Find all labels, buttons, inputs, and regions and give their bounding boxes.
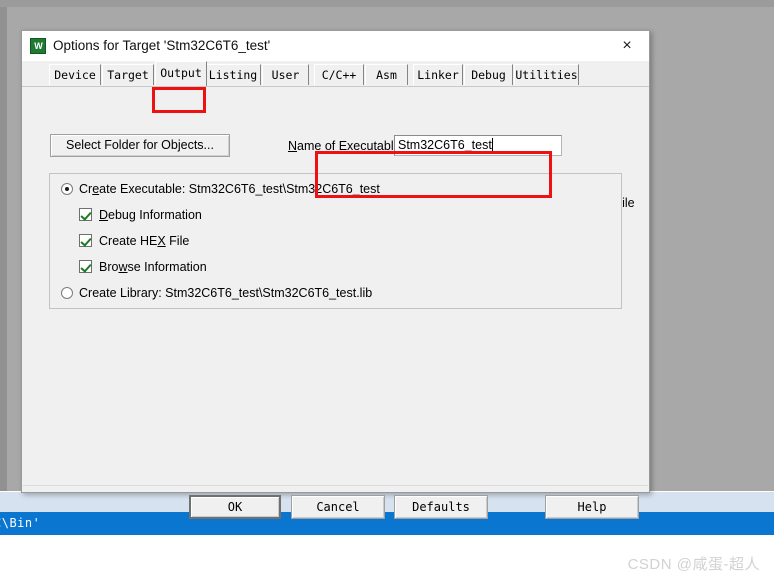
select-folder-for-objects-label: Select Folder for Objects...: [66, 138, 214, 152]
browse-information-label-post: se Information: [127, 260, 207, 274]
cancel-button-label: Cancel: [316, 500, 360, 514]
help-button-label: Help: [577, 500, 607, 514]
debug-information-label: ebug Information: [108, 208, 202, 222]
defaults-button-label: Defaults: [412, 500, 470, 514]
tab-linker[interactable]: Linker: [413, 64, 463, 85]
ide-status-bar: C\Bin': [0, 512, 774, 535]
ide-background-left-edge: [0, 0, 7, 491]
radio-unselected-icon: [61, 287, 73, 299]
ok-button[interactable]: OK: [189, 495, 281, 519]
name-of-executable-value: Stm32C6T6_test: [398, 138, 492, 152]
csdn-watermark: CSDN @咸蛋-超人: [627, 556, 760, 573]
tab-listing[interactable]: Listing: [205, 64, 261, 85]
create-executable-label-pre: Cr: [79, 182, 93, 196]
ide-background-top-edge: [0, 0, 774, 7]
create-hex-file-label-post: File: [165, 234, 190, 248]
ok-button-label: OK: [227, 500, 243, 514]
debug-information-label-mnemonic: D: [99, 208, 109, 222]
tab-target[interactable]: Target: [102, 64, 154, 85]
help-button[interactable]: Help: [545, 495, 639, 519]
text-caret: [491, 138, 493, 151]
dialog-title-bar: W Options for Target 'Stm32C6T6_test' ×: [22, 31, 649, 62]
tab-utilities[interactable]: Utilities: [514, 64, 579, 85]
create-library-label: Create Library: Stm32C6T6_test\Stm32C6T6…: [79, 286, 373, 300]
create-hex-file-label-pre: Create HE: [99, 234, 158, 248]
close-icon[interactable]: ×: [605, 31, 649, 60]
checkbox-checked-icon: [79, 260, 92, 273]
name-of-executable-input[interactable]: Stm32C6T6_test: [394, 135, 562, 156]
ide-lower-panel: [0, 491, 774, 512]
create-executable-label-post: ate Executable: Stm32C6T6_test\Stm32C6T6…: [99, 182, 380, 196]
tab-device[interactable]: Device: [49, 64, 101, 85]
browse-information-checkbox[interactable]: Browse Information: [79, 260, 207, 274]
tab-c-cpp[interactable]: C/C++: [314, 64, 364, 85]
name-of-executable-label-rest: ame of Executable:: [297, 139, 405, 153]
dialog-title: Options for Target 'Stm32C6T6_test': [53, 38, 271, 53]
tab-debug[interactable]: Debug: [464, 64, 513, 85]
select-folder-for-objects-button[interactable]: Select Folder for Objects...: [50, 134, 230, 157]
name-of-executable-label: Name of Executable:: [288, 139, 404, 153]
defaults-button[interactable]: Defaults: [394, 495, 488, 519]
checkbox-checked-icon: [79, 234, 92, 247]
output-options-group: Create Executable: Stm32C6T6_test\Stm32C…: [49, 173, 622, 309]
radio-selected-icon: [61, 183, 73, 195]
keil-uvision-icon: W: [30, 38, 46, 54]
create-hex-file-checkbox[interactable]: Create HEX File: [79, 234, 189, 248]
checkbox-checked-icon: [79, 208, 92, 221]
debug-information-checkbox[interactable]: Debug Information: [79, 208, 202, 222]
create-executable-radio[interactable]: Create Executable: Stm32C6T6_test\Stm32C…: [61, 182, 380, 196]
ide-status-bar-text: C\Bin': [0, 516, 41, 530]
options-for-target-dialog: W Options for Target 'Stm32C6T6_test' × …: [21, 30, 650, 519]
create-hex-file-label-mnemonic: X: [157, 234, 166, 248]
browse-information-label-pre: Bro: [99, 260, 119, 274]
create-library-radio[interactable]: Create Library: Stm32C6T6_test\Stm32C6T6…: [61, 286, 372, 300]
name-of-executable-label-mnemonic: N: [288, 139, 298, 153]
dialog-tab-strip: Device Target Output Listing User C/C++ …: [22, 61, 649, 87]
button-row-separator: [23, 485, 648, 486]
cancel-button[interactable]: Cancel: [291, 495, 385, 519]
tab-output[interactable]: Output: [155, 61, 207, 86]
tab-asm[interactable]: Asm: [365, 64, 408, 85]
tab-user[interactable]: User: [262, 64, 309, 85]
dialog-client-area: Select Folder for Objects... Name of Exe…: [22, 87, 649, 519]
